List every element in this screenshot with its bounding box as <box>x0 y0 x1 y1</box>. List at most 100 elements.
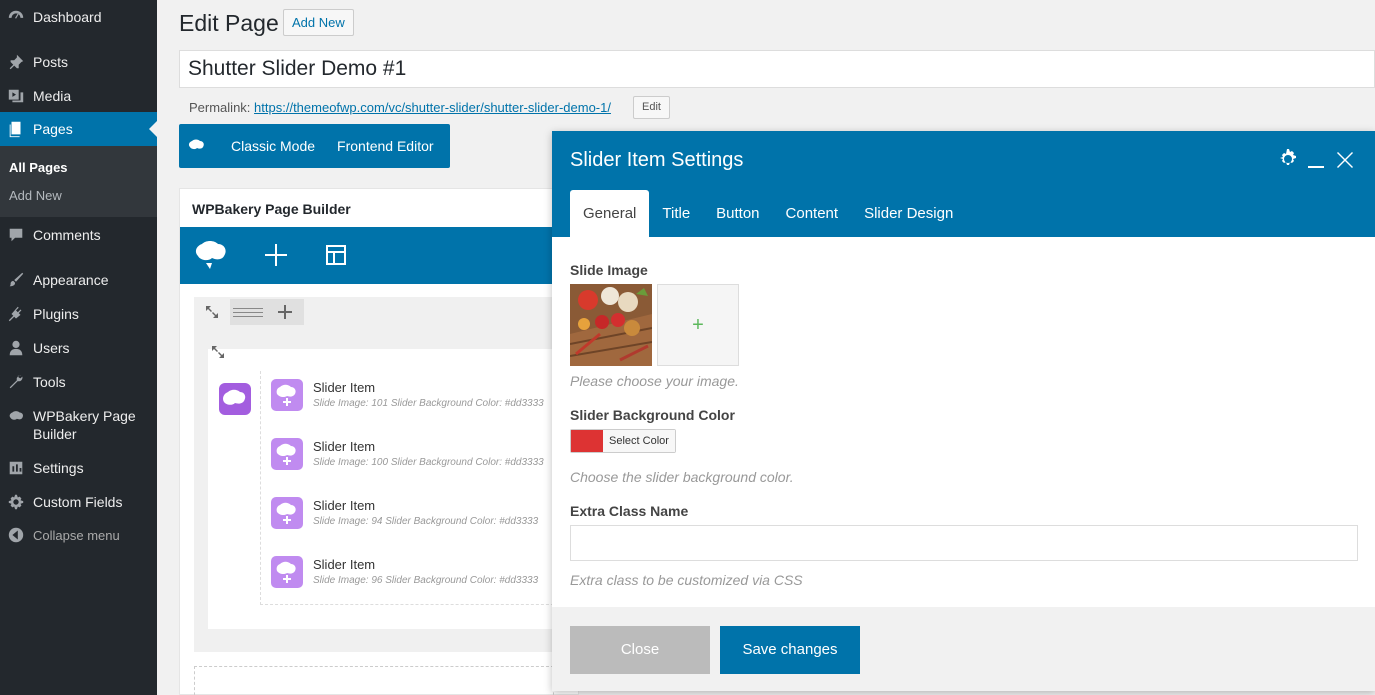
settings-icon <box>6 458 26 478</box>
collapse-menu-button[interactable]: Collapse menu <box>0 518 157 552</box>
extra-class-label: Extra Class Name <box>570 503 689 519</box>
collapse-icon <box>6 525 26 545</box>
builder-toolbar <box>180 227 580 284</box>
gear-icon[interactable] <box>1278 149 1298 174</box>
active-indicator <box>149 121 157 137</box>
modal-tabs: General Title Button Content Slider Desi… <box>570 190 966 237</box>
sidebar-item-wpbakery[interactable]: WPBakery Page Builder <box>0 407 157 449</box>
pages-submenu: All Pages Add New <box>0 146 157 217</box>
slider-item-desc: Slide Image: 94 Slider Background Color:… <box>313 516 539 527</box>
slider-item-icon <box>271 497 303 529</box>
sidebar-item-label: Posts <box>33 54 69 70</box>
sidebar-item-comments[interactable]: Comments <box>0 218 157 252</box>
sidebar-item-label: Comments <box>33 227 101 243</box>
media-icon <box>6 86 26 106</box>
page-title: Edit Page <box>179 10 279 36</box>
plugin-icon <box>6 304 26 324</box>
list-item[interactable]: Slider Item Slide Image: 100 Slider Back… <box>271 434 571 484</box>
extra-class-input[interactable] <box>570 525 1358 561</box>
slide-image-help: Please choose your image. <box>570 373 739 389</box>
permalink-base: https://themeofwp.com/vc/shutter-slider/ <box>254 100 484 115</box>
permalink-link[interactable]: https://themeofwp.com/vc/shutter-slider/… <box>254 100 611 115</box>
permalink-slug: shutter-slider-demo-1/ <box>483 100 611 115</box>
sidebar-item-users[interactable]: Users <box>0 331 157 365</box>
row-move-icon[interactable] <box>194 299 230 325</box>
sidebar-item-settings[interactable]: Settings <box>0 451 157 485</box>
slider-item-name: Slider Item <box>313 498 376 513</box>
permalink-edit-button[interactable]: Edit <box>633 96 670 119</box>
slider-item-name: Slider Item <box>313 557 376 572</box>
expand-icon[interactable] <box>211 345 225 364</box>
add-image-button[interactable]: + <box>657 284 739 366</box>
paintbrush-icon <box>6 270 26 290</box>
sidebar-item-label: Dashboard <box>33 9 102 25</box>
slider-item-icon <box>271 438 303 470</box>
slide-image-thumbnail[interactable] <box>570 284 652 366</box>
slider-items-list: Slider Item Slide Image: 101 Slider Back… <box>260 371 574 605</box>
wpbakery-logo-icon[interactable] <box>179 138 217 154</box>
modal-header: Slider Item Settings General Title Butto… <box>552 131 1375 237</box>
slide-image-label: Slide Image <box>570 262 648 278</box>
bg-color-label: Slider Background Color <box>570 407 735 423</box>
wpbakery-logo-icon[interactable] <box>194 239 232 276</box>
slider-element-icon[interactable] <box>219 383 251 415</box>
wpbakery-icon <box>6 407 26 427</box>
row-controls <box>194 299 304 325</box>
sidebar-item-pages[interactable]: Pages <box>0 112 157 146</box>
tab-title[interactable]: Title <box>649 190 703 237</box>
slider-item-icon <box>271 379 303 411</box>
add-new-button[interactable]: Add New <box>283 9 354 36</box>
list-item[interactable]: Slider Item Slide Image: 101 Slider Back… <box>271 375 571 425</box>
save-changes-button[interactable]: Save changes <box>720 626 860 674</box>
editor-mode-bar: Classic Mode Frontend Editor <box>179 124 450 168</box>
submenu-all-pages[interactable]: All Pages <box>9 160 68 175</box>
row-add-icon[interactable] <box>266 299 304 325</box>
close-button[interactable]: Close <box>570 626 710 674</box>
tab-button[interactable]: Button <box>703 190 772 237</box>
comments-icon <box>6 225 26 245</box>
tab-general[interactable]: General <box>570 190 650 237</box>
post-title-input[interactable]: Shutter Slider Demo #1 <box>179 50 1375 88</box>
sidebar-item-media[interactable]: Media <box>0 79 157 113</box>
sidebar-item-label: WPBakery Page Builder <box>33 408 136 442</box>
tab-slider-design[interactable]: Slider Design <box>851 190 966 237</box>
color-picker[interactable]: Select Color <box>570 429 676 453</box>
wrench-icon <box>6 372 26 392</box>
sidebar-item-label: Users <box>33 340 70 356</box>
select-color-button[interactable]: Select Color <box>603 430 675 452</box>
row-layout-icon[interactable] <box>230 299 266 325</box>
sidebar-item-label: Pages <box>33 121 73 137</box>
sidebar-item-plugins[interactable]: Plugins <box>0 297 157 331</box>
sidebar-item-label: Plugins <box>33 306 79 322</box>
permalink: Permalink: https://themeofwp.com/vc/shut… <box>189 100 611 115</box>
add-element-icon[interactable] <box>264 243 288 272</box>
slider-item-desc: Slide Image: 96 Slider Background Color:… <box>313 575 539 586</box>
frontend-editor-button[interactable]: Frontend Editor <box>337 138 434 154</box>
color-swatch[interactable] <box>571 430 603 452</box>
list-item[interactable]: Slider Item Slide Image: 94 Slider Backg… <box>271 493 571 543</box>
sidebar-item-label: Media <box>33 88 72 104</box>
sidebar-item-appearance[interactable]: Appearance <box>0 263 157 297</box>
templates-icon[interactable] <box>324 243 348 272</box>
list-item[interactable]: Slider Item Slide Image: 96 Slider Backg… <box>271 552 571 602</box>
slider-item-settings-modal: Slider Item Settings General Title Butto… <box>552 131 1375 691</box>
sidebar-item-label: Settings <box>33 460 84 476</box>
tab-content[interactable]: Content <box>773 190 852 237</box>
modal-title: Slider Item Settings <box>570 149 744 171</box>
slider-item-desc: Slide Image: 100 Slider Background Color… <box>313 457 544 468</box>
column-container: Slider Item Slide Image: 101 Slider Back… <box>208 346 574 629</box>
users-icon <box>6 338 26 358</box>
close-icon[interactable] <box>1337 152 1353 173</box>
permalink-label: Permalink: <box>189 100 251 115</box>
sidebar-item-custom-fields[interactable]: Custom Fields <box>0 485 157 519</box>
sidebar-item-dashboard[interactable]: Dashboard <box>0 0 157 34</box>
minimize-icon[interactable] <box>1308 153 1324 174</box>
slider-item-icon <box>271 556 303 588</box>
sidebar-item-tools[interactable]: Tools <box>0 365 157 399</box>
extra-class-help: Extra class to be customized via CSS <box>570 572 803 588</box>
add-row-placeholder[interactable] <box>194 666 554 695</box>
submenu-add-new[interactable]: Add New <box>9 188 62 203</box>
classic-mode-button[interactable]: Classic Mode <box>231 138 315 154</box>
bg-color-help: Choose the slider background color. <box>570 469 794 485</box>
sidebar-item-posts[interactable]: Posts <box>0 45 157 79</box>
